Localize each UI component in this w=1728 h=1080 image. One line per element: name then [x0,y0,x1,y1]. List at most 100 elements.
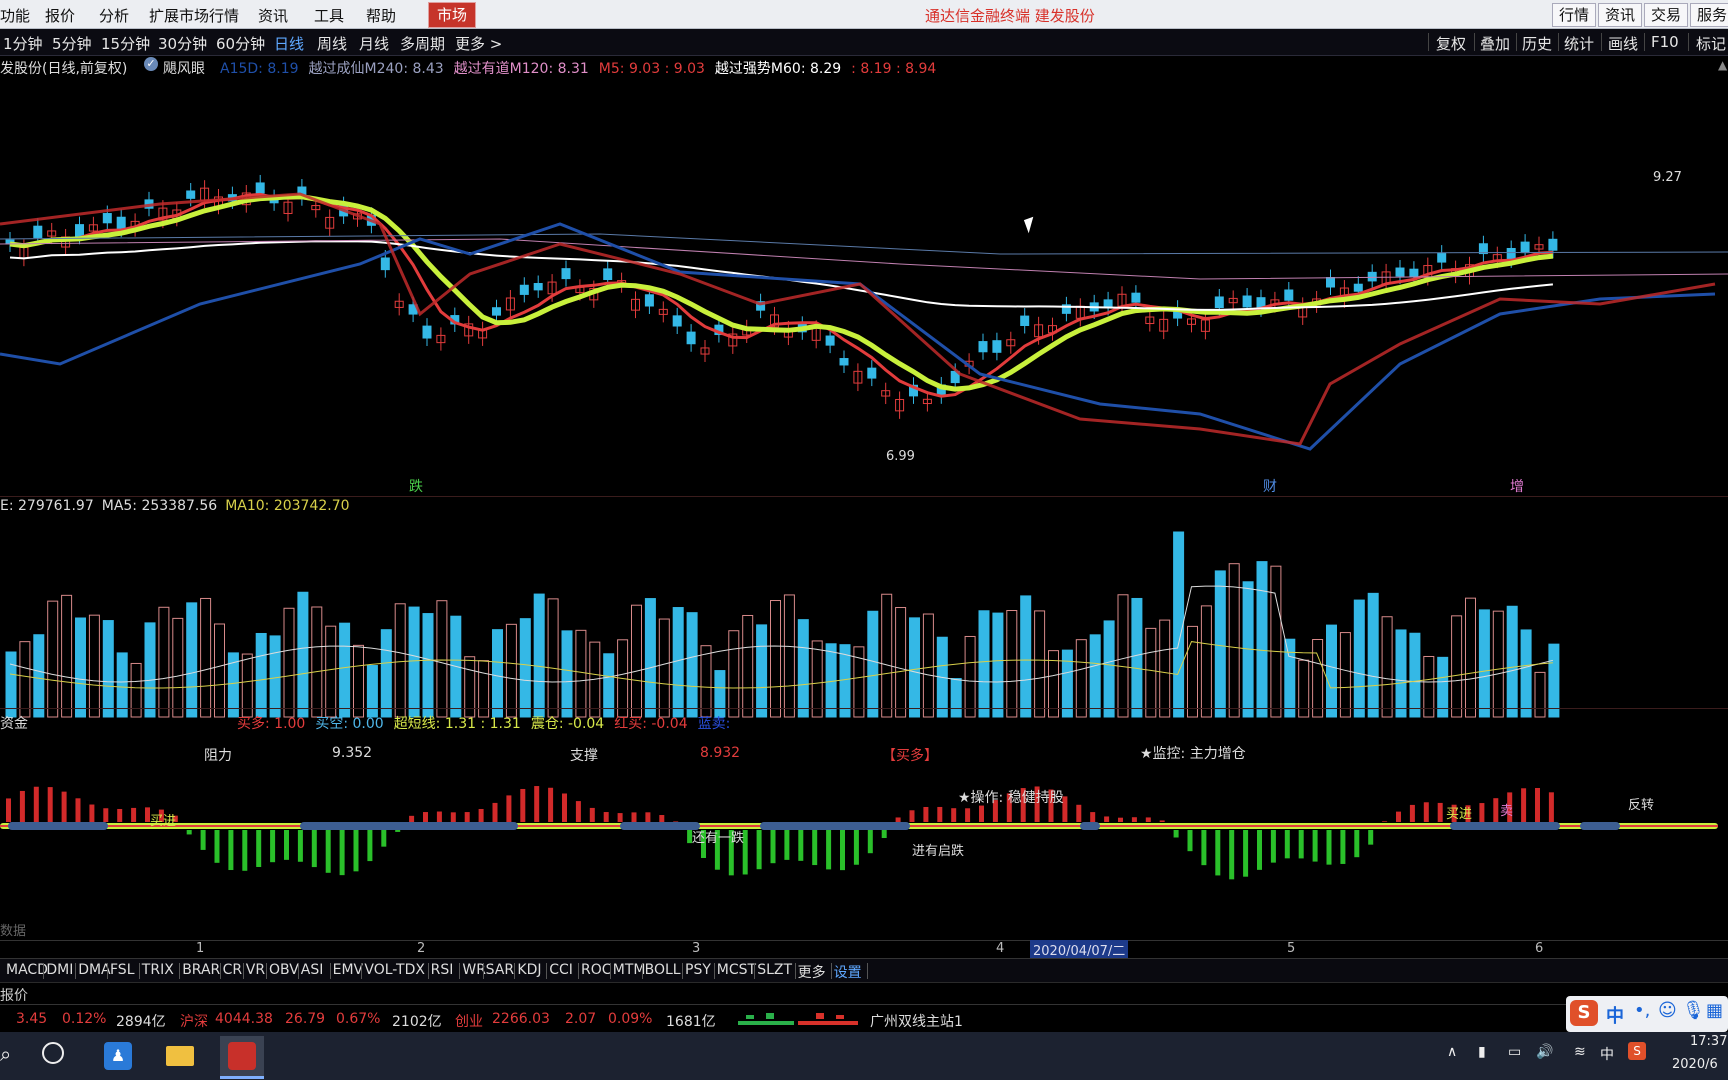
tab-mcst[interactable]: MCST [717,962,756,978]
tab-kdj[interactable]: KDJ [517,962,541,978]
ime-tray[interactable]: 中 [1600,1044,1614,1064]
tab-market[interactable]: 行情 [1552,3,1597,27]
tab-vol-tdx[interactable]: VOL-TDX [364,962,425,978]
tab-emv[interactable]: EMV [333,962,364,978]
tab-cr[interactable]: CR [223,962,243,978]
sogou-icon[interactable]: S [1570,1000,1598,1026]
emoji-icon[interactable]: ☺ [1658,1000,1677,1021]
period-1min[interactable]: 1分钟 [3,33,43,54]
tab-macd[interactable]: MACD [6,962,48,978]
volume-icon[interactable]: 🔊 [1536,1044,1553,1060]
tab-mtm[interactable]: MTM [613,962,646,978]
battery-icon[interactable]: ▭ [1508,1044,1521,1060]
tray-app-icon[interactable]: ▮ [1478,1044,1486,1060]
clock-time[interactable]: 17:37 [1690,1034,1727,1049]
data-label: 数据 [0,924,27,939]
tab-设置[interactable]: 设置 [834,962,862,982]
mic-icon[interactable]: 🎙 [1682,1000,1705,1021]
btn-stats[interactable]: 统计 [1564,33,1594,54]
ime-toolbar[interactable]: S 中 •, ☺ 🎙 ▦ [1566,996,1728,1032]
menu-function[interactable]: 功能 [0,5,30,26]
tab-service[interactable]: 服务 [1690,3,1728,27]
volume-bar [339,622,351,718]
btn-history[interactable]: 历史 [1522,33,1552,54]
app-icon[interactable]: ♟ [96,1036,140,1076]
volume-bar [61,594,73,718]
month-label: 5 [1287,941,1296,956]
menu-quote[interactable]: 报价 [45,5,75,26]
index-name[interactable]: 沪深 [180,1011,208,1031]
file-explorer-icon[interactable] [158,1036,202,1076]
report-label[interactable]: 报价 [0,985,28,1005]
keyboard-icon[interactable]: ▦ [1706,1000,1723,1021]
menu-news[interactable]: 资讯 [258,5,288,26]
scroll-up-icon[interactable]: ▲ [1718,58,1727,72]
tab-fsl[interactable]: FSL [110,962,135,978]
server-station[interactable]: 广州双线主站1 [870,1011,963,1031]
tab-slzt[interactable]: SLZT [757,962,792,978]
capital-bar-down [1187,830,1193,852]
capital-bar-up [117,808,123,822]
capital-bar-up [1409,804,1415,822]
wifi-icon[interactable]: ≋ [1574,1044,1586,1060]
btn-mark[interactable]: 标记 [1696,33,1726,54]
menu-extended-market[interactable]: 扩展市场行情 [149,5,239,26]
period-15min[interactable]: 15分钟 [101,33,150,54]
capital-bar-down [214,830,220,863]
btn-overlay[interactable]: 叠加 [1480,33,1510,54]
tab-trix[interactable]: TRIX [142,962,174,978]
support-label: 支撑 [570,748,598,764]
search-icon[interactable]: ⌕ [0,1042,11,1066]
menu-tools[interactable]: 工具 [314,5,344,26]
tab-boll[interactable]: BOLL [645,962,681,978]
period-multi[interactable]: 多周期 [400,33,445,54]
btn-f10[interactable]: F10 [1651,33,1679,51]
tab-roc[interactable]: ROC [581,962,612,978]
period-monthly[interactable]: 月线 [359,33,389,54]
support-value: 8.932 [700,745,741,761]
tab-dma[interactable]: DMA [78,962,110,978]
tab-更多[interactable]: 更多 [798,962,826,982]
tab-dmi[interactable]: DMI [46,962,73,978]
market-button[interactable]: 市场 [428,2,476,28]
capital-bar-down [297,830,303,862]
volume-bar [1478,609,1490,718]
tab-divider [830,963,832,979]
period-60min[interactable]: 60分钟 [216,33,265,54]
tab-obv[interactable]: OBV [269,962,299,978]
ime-mode[interactable]: 中 [1606,1002,1624,1028]
tab-news[interactable]: 资讯 [1598,3,1643,27]
tab-trade[interactable]: 交易 [1644,3,1689,27]
tab-sar[interactable]: SAR [486,962,514,978]
cortana-icon[interactable] [42,1042,64,1064]
period-5min[interactable]: 5分钟 [52,33,92,54]
menu-analysis[interactable]: 分析 [99,5,129,26]
capital-bar-down [339,830,345,876]
candle [1242,295,1252,308]
tab-cci[interactable]: CCI [549,962,573,978]
indicator-dropdown-icon[interactable]: ✓ [144,57,158,71]
btn-fuquan[interactable]: 复权 [1436,33,1466,54]
btn-draw[interactable]: 画线 [1608,33,1638,54]
chart-canvas[interactable] [0,74,1728,956]
punct-icon[interactable]: •, [1634,1000,1650,1021]
tab-psy[interactable]: PSY [685,962,711,978]
menu-help[interactable]: 帮助 [366,5,396,26]
period-30min[interactable]: 30分钟 [158,33,207,54]
candle [644,294,654,307]
capital-bar-up [1493,798,1499,822]
period-weekly[interactable]: 周线 [317,33,347,54]
tdx-app-icon[interactable] [220,1036,264,1079]
index-name[interactable]: 创业 [455,1011,483,1031]
period-daily[interactable]: 日线 [274,33,304,54]
period-more[interactable]: 更多 > [455,33,502,54]
sogou-tray-icon[interactable]: S [1628,1042,1646,1060]
tab-vr[interactable]: VR [246,962,265,978]
tray-chevron-icon[interactable]: ∧ [1447,1044,1457,1060]
tab-asi[interactable]: ASI [301,962,324,978]
tab-divider [427,963,429,979]
tab-brar[interactable]: BRAR [182,962,220,978]
clock-date[interactable]: 2020/6 [1672,1057,1718,1072]
tab-rsi[interactable]: RSI [431,962,454,978]
volume-bar [1548,643,1560,718]
